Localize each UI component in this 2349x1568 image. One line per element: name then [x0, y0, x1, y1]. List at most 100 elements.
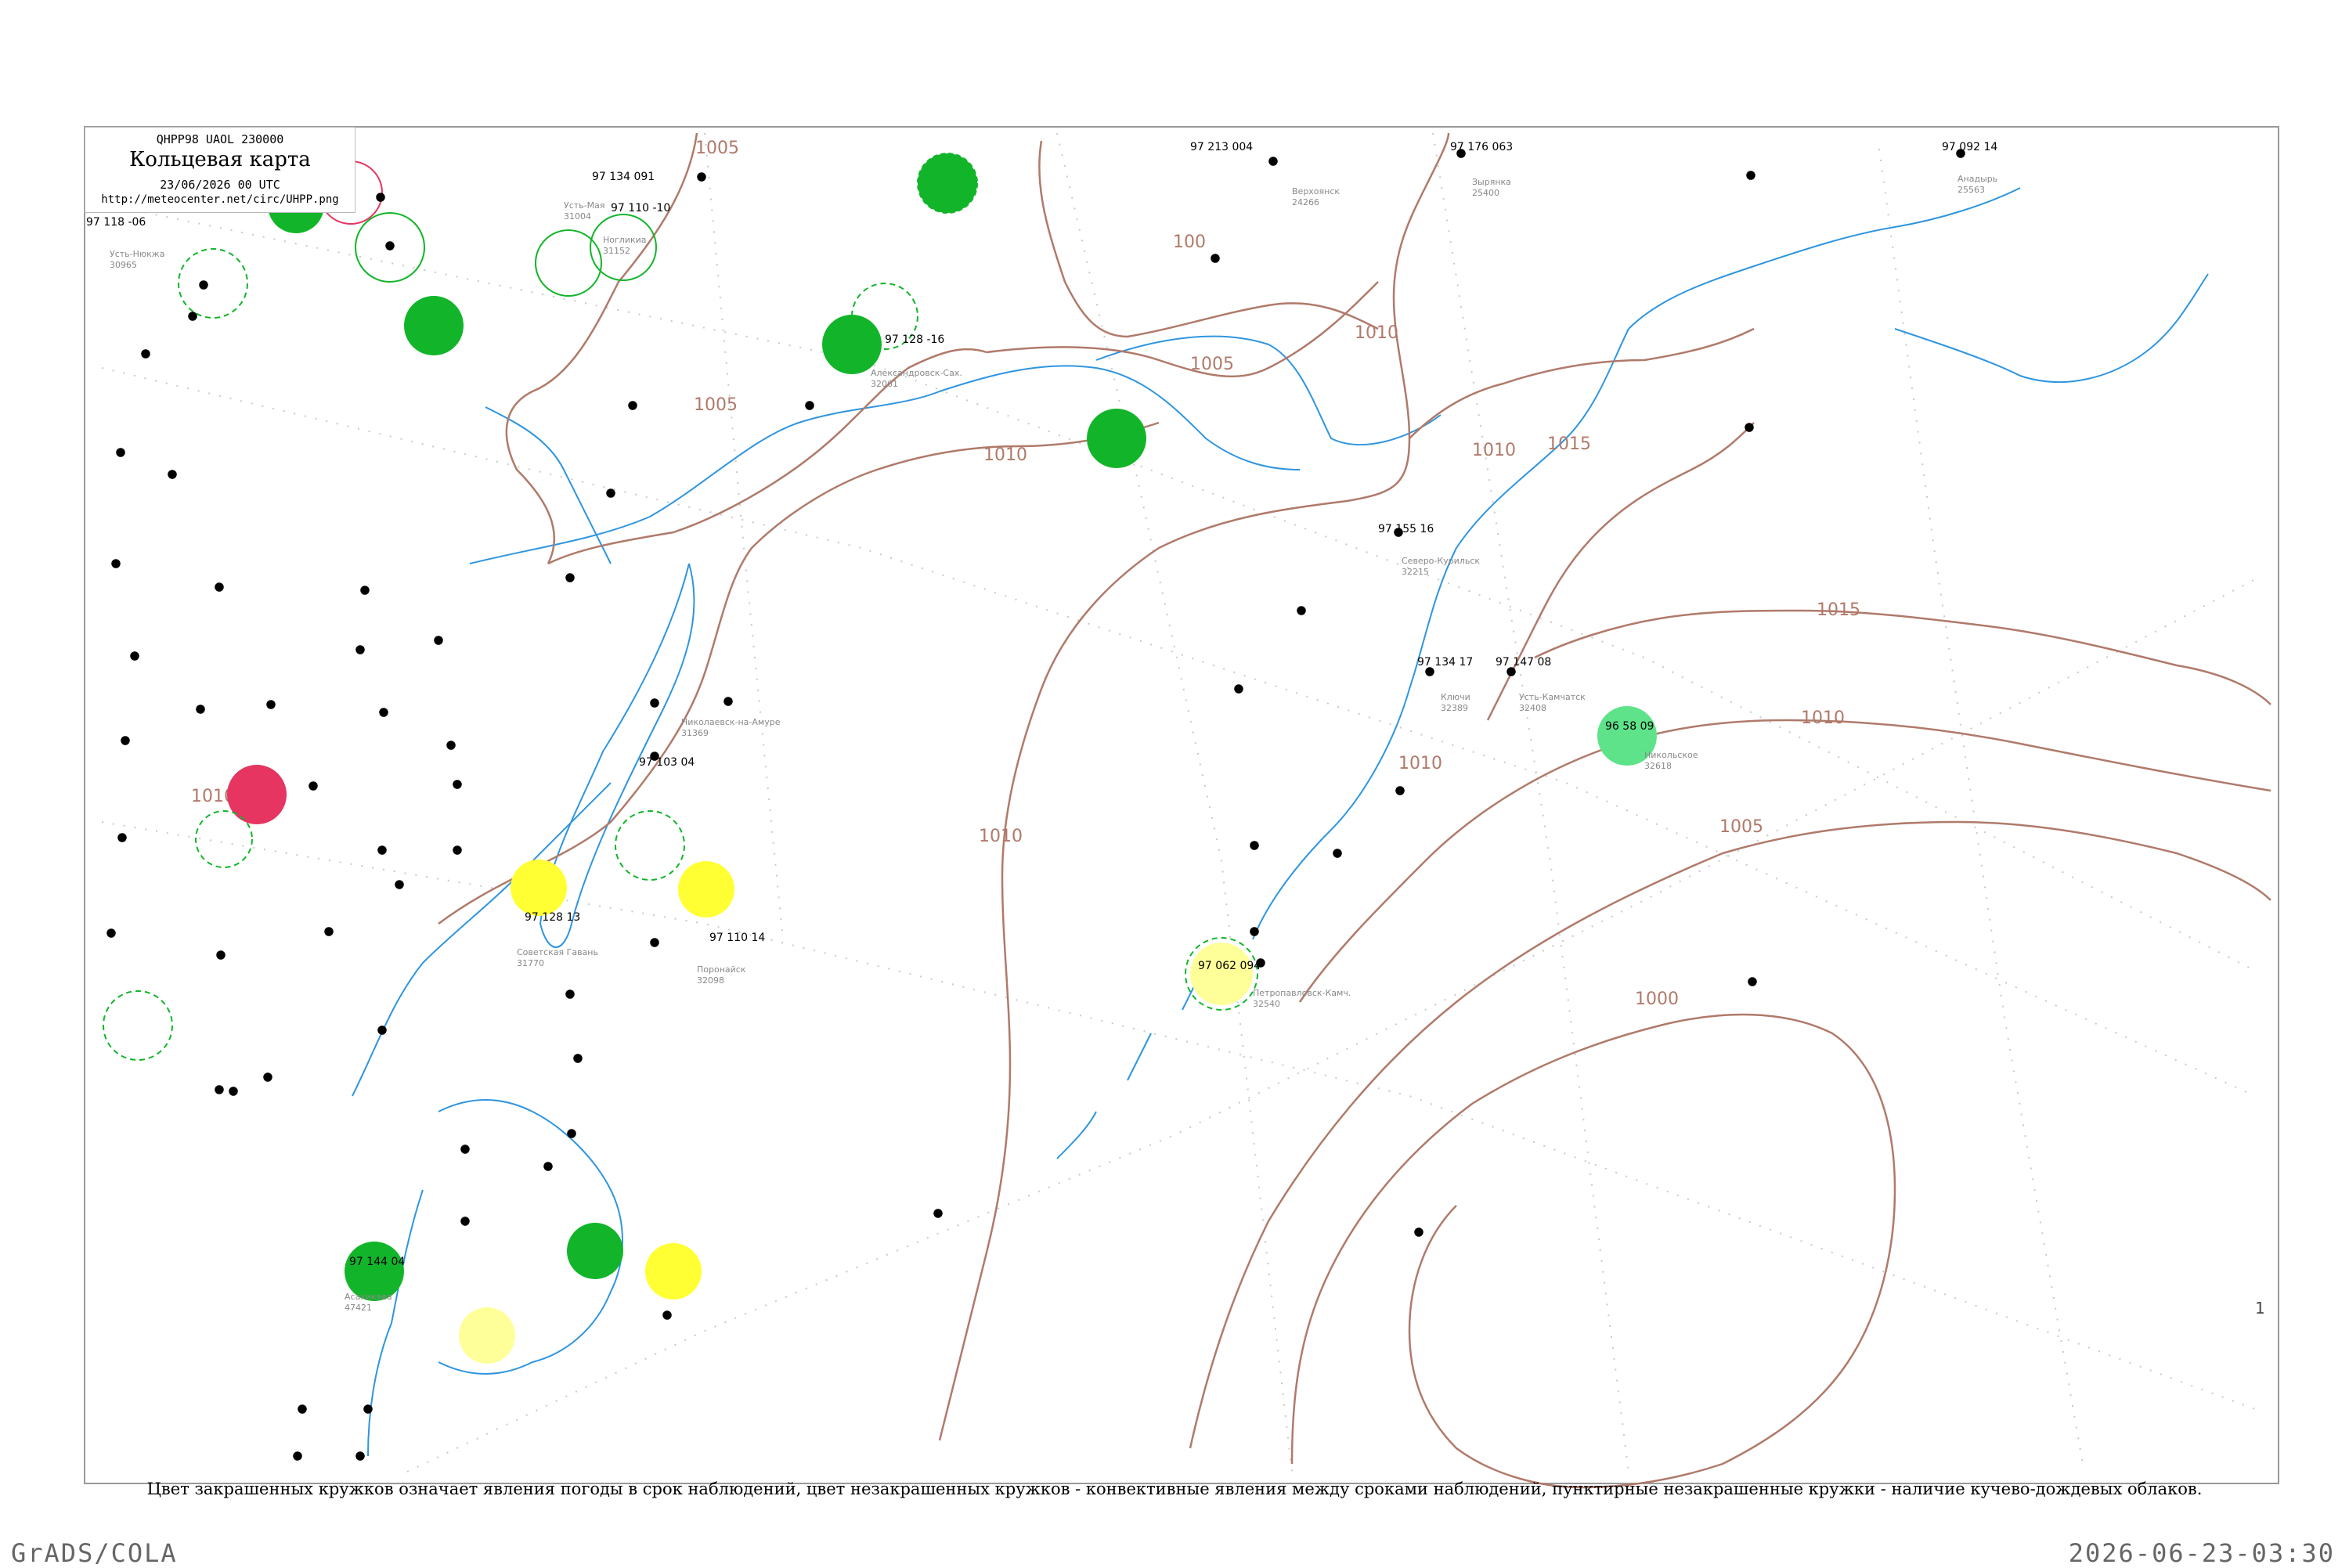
station-marker[interactable]	[1414, 1227, 1423, 1237]
station-dew: 14	[751, 932, 766, 944]
station-marker[interactable]	[1746, 171, 1755, 180]
station-marker[interactable]	[1748, 977, 1757, 986]
station-label[interactable]: 97 092 14	[1942, 141, 1997, 153]
station-marker[interactable]	[199, 280, 208, 290]
weather-circle-filled-red[interactable]	[227, 765, 287, 824]
weather-circle-filled-pale-yellow[interactable]	[459, 1307, 515, 1364]
weather-circle-filled-yellow[interactable]	[678, 861, 734, 917]
station-label[interactable]: 97 144 04	[349, 1256, 405, 1268]
station-marker[interactable]	[263, 1072, 272, 1082]
station-marker[interactable]	[460, 1217, 470, 1226]
station-dew: 063	[1492, 141, 1514, 153]
station-marker[interactable]	[1250, 927, 1259, 936]
station-marker[interactable]	[117, 833, 127, 842]
station-marker[interactable]	[628, 401, 637, 410]
station-marker[interactable]	[567, 1129, 576, 1138]
station-marker[interactable]	[385, 241, 395, 251]
station-label[interactable]: 97 103 04	[639, 756, 695, 769]
station-label[interactable]: 96 58 09	[1605, 720, 1654, 733]
station-marker[interactable]	[434, 636, 443, 645]
station-label[interactable]: 97 176 063	[1450, 141, 1513, 153]
station-marker[interactable]	[1395, 786, 1405, 795]
weather-circle-filled-green[interactable]	[1087, 409, 1146, 468]
station-marker[interactable]	[377, 1026, 387, 1035]
station-marker[interactable]	[805, 401, 814, 410]
station-dew: 04	[680, 756, 695, 769]
station-marker[interactable]	[697, 172, 706, 182]
station-label[interactable]: 97 134 091	[592, 171, 655, 183]
station-marker[interactable]	[1425, 667, 1434, 676]
weather-circle-filled-green[interactable]	[567, 1223, 623, 1279]
station-label[interactable]: 97 062 094	[1198, 960, 1261, 972]
station-marker[interactable]	[141, 349, 150, 359]
station-marker[interactable]	[376, 193, 385, 202]
station-marker[interactable]	[1745, 423, 1754, 432]
station-label[interactable]: 97 128 -16	[885, 333, 944, 346]
station-marker[interactable]	[355, 1451, 365, 1461]
station-label[interactable]: 97 155 16	[1378, 523, 1434, 535]
weather-circle-filled-green[interactable]	[404, 296, 464, 355]
station-marker[interactable]	[1297, 606, 1306, 615]
station-label[interactable]: 97 110 14	[709, 932, 765, 944]
station-marker[interactable]	[216, 950, 226, 960]
station-label[interactable]: 97 147 08	[1496, 656, 1551, 669]
station-marker[interactable]	[229, 1087, 238, 1096]
station-marker[interactable]	[377, 845, 387, 855]
station-marker[interactable]	[453, 780, 462, 789]
station-marker[interactable]	[355, 645, 365, 654]
station-marker[interactable]	[543, 1162, 553, 1171]
station-marker[interactable]	[188, 312, 197, 321]
station-marker[interactable]	[1234, 684, 1243, 694]
station-label[interactable]: 97 134 17	[1417, 656, 1473, 669]
weather-circle-filled-yellow[interactable]	[645, 1243, 702, 1299]
station-label[interactable]: 97 118 -06	[86, 216, 146, 229]
station-marker[interactable]	[453, 845, 462, 855]
station-marker[interactable]	[121, 736, 130, 745]
station-marker[interactable]	[111, 559, 121, 568]
station-marker[interactable]	[460, 1144, 470, 1154]
station-marker[interactable]	[606, 488, 615, 498]
station-marker[interactable]	[573, 1054, 583, 1063]
station-marker[interactable]	[324, 927, 334, 936]
map-url[interactable]: http://meteocenter.net/circ/UHPP.png	[85, 193, 355, 206]
weather-circle-filled-green[interactable]	[917, 153, 978, 214]
station-marker[interactable]	[168, 470, 177, 479]
station-marker[interactable]	[106, 928, 116, 938]
station-label[interactable]: 97 128 13	[525, 911, 580, 924]
station-marker[interactable]	[1333, 849, 1342, 858]
weather-circle-filled-green[interactable]	[822, 315, 882, 374]
station-marker[interactable]	[723, 697, 733, 706]
station-marker[interactable]	[650, 698, 659, 708]
station-marker[interactable]	[379, 708, 388, 717]
station-marker[interactable]	[446, 741, 456, 750]
station-marker[interactable]	[293, 1451, 302, 1461]
station-marker[interactable]	[215, 582, 224, 592]
station-label[interactable]: 97 110 -10	[611, 202, 670, 214]
weather-circle-filled-yellow[interactable]	[511, 860, 567, 916]
station-marker[interactable]	[565, 989, 575, 999]
weather-map[interactable]: 1005 1005 1005 1010 1010 1010 1015 1015 …	[0, 0, 2349, 1566]
station-marker[interactable]	[395, 880, 404, 889]
map-title-box: QHPP98 UAOL 230000 Кольцевая карта 23/06…	[85, 127, 355, 213]
station-marker[interactable]	[565, 573, 575, 582]
weather-circle-filled-pale-yellow[interactable]	[1190, 943, 1253, 1005]
station-label[interactable]: 97 213 004	[1190, 141, 1253, 153]
station-marker[interactable]	[1506, 667, 1516, 676]
station-marker[interactable]	[650, 938, 659, 947]
station-marker[interactable]	[1211, 254, 1220, 263]
station-marker[interactable]	[215, 1085, 224, 1094]
station-marker[interactable]	[196, 705, 205, 714]
station-marker[interactable]	[662, 1310, 672, 1320]
station-marker[interactable]	[1268, 157, 1278, 166]
station-marker[interactable]	[130, 651, 139, 661]
station-pressure: 092	[1959, 141, 1981, 153]
station-marker[interactable]	[309, 781, 318, 791]
station-marker[interactable]	[116, 448, 125, 457]
station-marker[interactable]	[1250, 841, 1259, 850]
station-marker[interactable]	[298, 1404, 307, 1414]
station-marker[interactable]	[933, 1209, 943, 1218]
station-marker[interactable]	[266, 700, 276, 709]
station-marker[interactable]	[363, 1404, 373, 1414]
station-name: Петропавловск-Камч.	[1253, 988, 1351, 998]
station-marker[interactable]	[360, 586, 370, 595]
